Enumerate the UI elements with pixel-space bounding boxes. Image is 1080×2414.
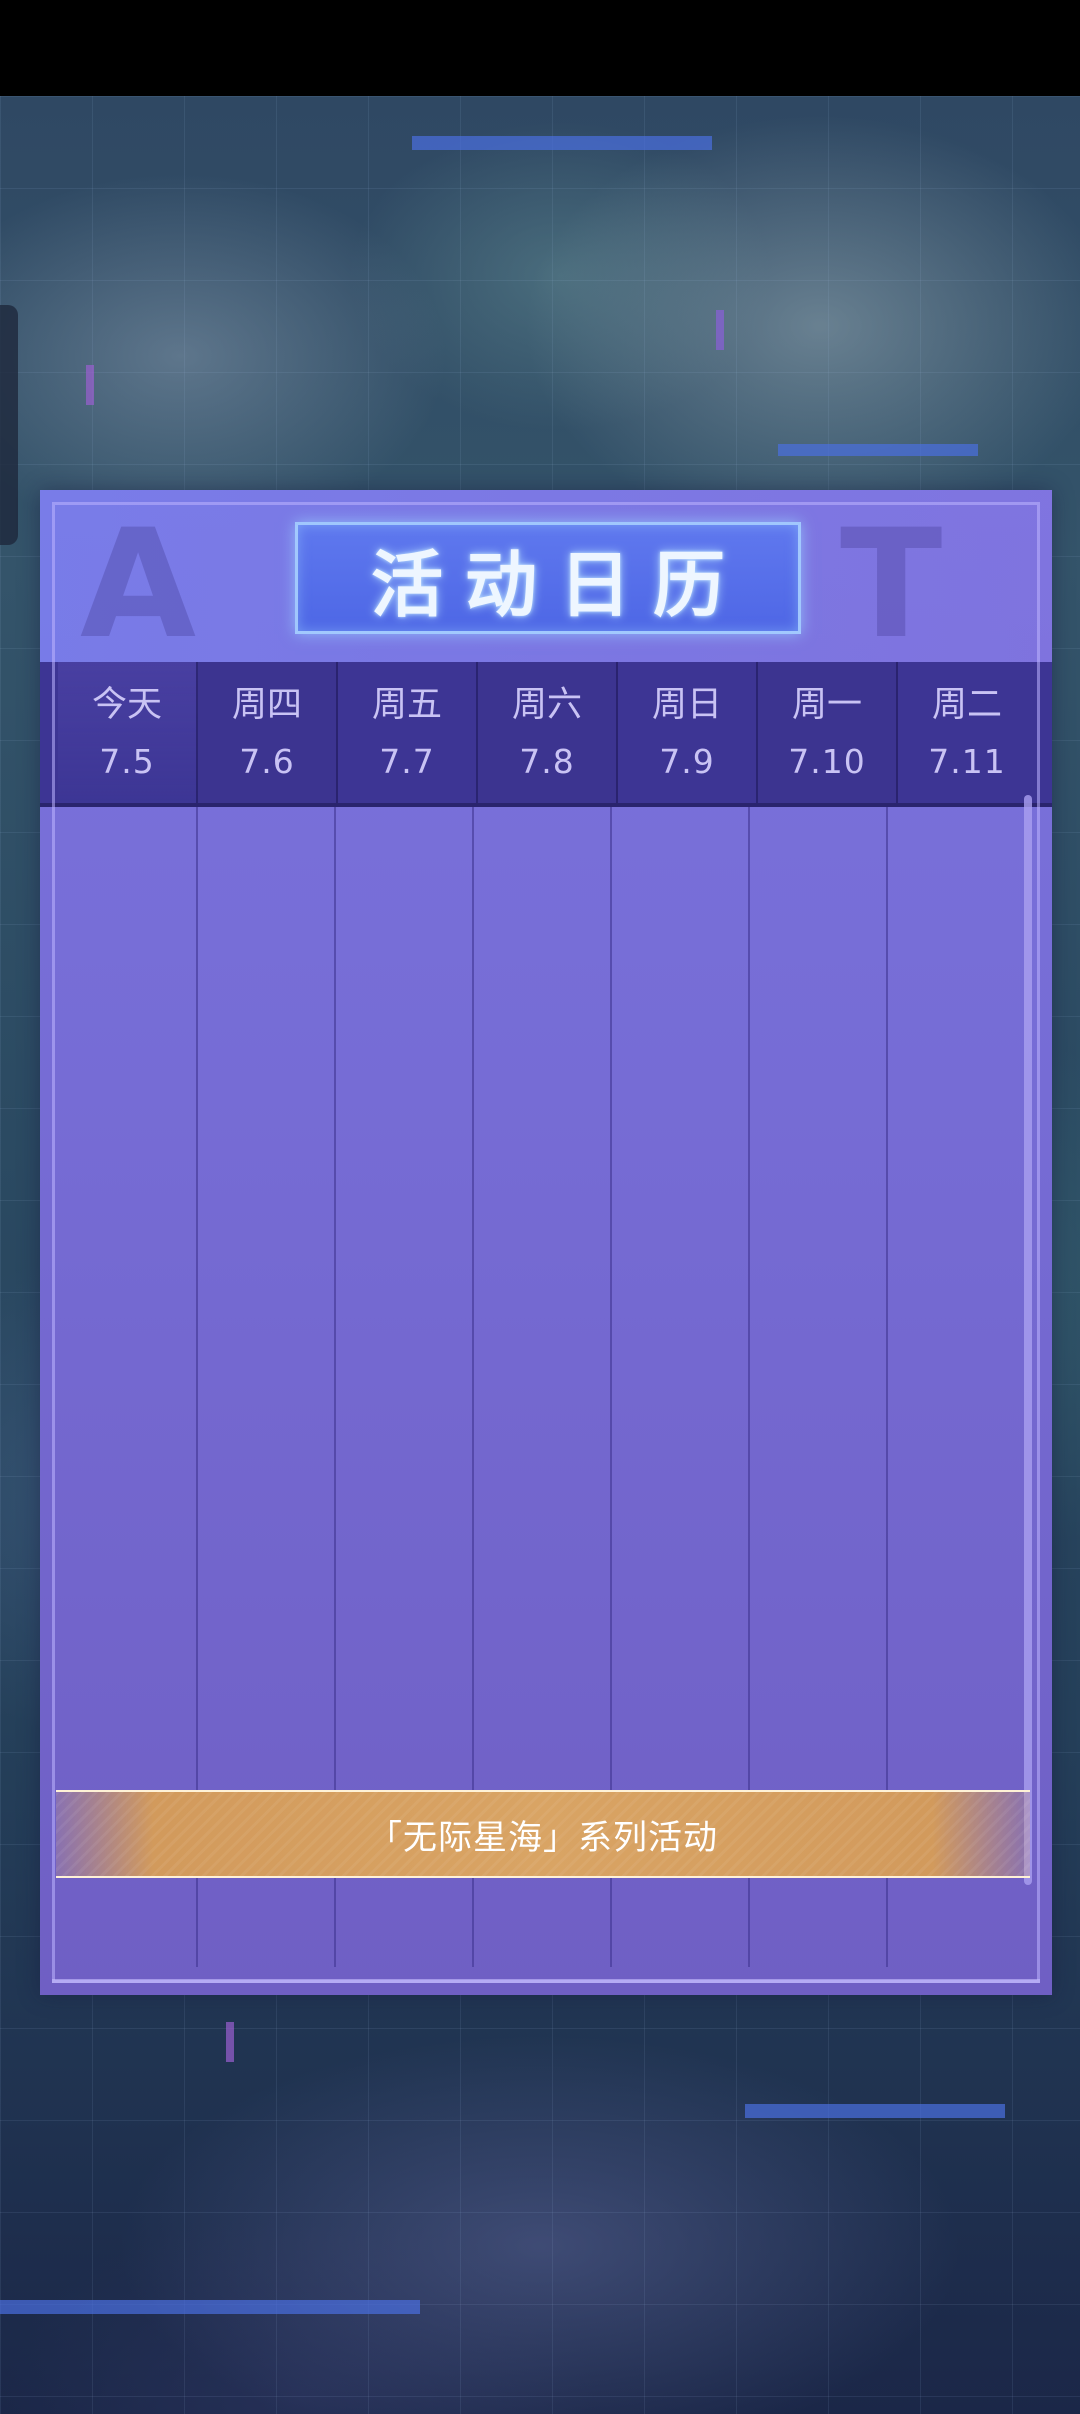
page-title: 活动日历 [370,542,747,627]
day-name: 今天 [91,684,162,725]
event-label: 「无际星海」系列活动 [368,1817,718,1858]
glitch-decoration [226,2022,234,2062]
day-date: 7.10 [788,741,866,781]
day-date: 7.7 [379,741,435,781]
status-bar [0,0,1080,96]
day-column-header[interactable]: 周二 7.11 [898,662,1036,803]
day-column-header[interactable]: 周一 7.10 [758,662,898,803]
day-header-row: 今天 7.5 周四 7.6 周五 7.7 周六 7.8 周日 7.9 周一 7.… [40,662,1052,807]
day-date: 7.9 [659,741,715,781]
day-date: 7.5 [99,741,155,781]
day-column-header[interactable]: 周日 7.9 [618,662,758,803]
glitch-decoration [778,444,978,456]
day-column-header[interactable]: 今天 7.5 [58,662,198,803]
glitch-decoration [716,310,724,350]
day-column-header[interactable]: 周五 7.7 [338,662,478,803]
day-name: 周日 [651,684,722,725]
glitch-decoration [745,2104,1005,2118]
day-name: 周六 [511,684,582,725]
day-date: 7.11 [928,741,1006,781]
day-date: 7.6 [239,741,295,781]
header-watermark-right: T [840,498,949,672]
side-drawer-handle[interactable] [0,305,18,545]
glitch-decoration [412,136,712,150]
day-name: 周一 [791,684,862,725]
glitch-decoration [86,365,94,405]
day-column-header[interactable]: 周六 7.8 [478,662,618,803]
title-plate: 活动日历 [295,522,801,634]
day-column-header[interactable]: 周四 7.6 [198,662,338,803]
day-name: 周五 [371,684,442,725]
day-date: 7.8 [519,741,575,781]
panel-bottom-edge [52,1979,1040,1983]
calendar-scrollbar[interactable] [1024,795,1032,1885]
header-watermark-left: A [80,498,203,672]
day-name: 周四 [231,684,302,725]
event-bar[interactable]: 「无际星海」系列活动 [56,1790,1030,1878]
activity-calendar-panel: A T 活动日历 今天 7.5 周四 7.6 周五 7.7 周六 7.8 周日 … [40,490,1052,1995]
glitch-decoration [0,2300,420,2314]
day-name: 周二 [931,684,1002,725]
